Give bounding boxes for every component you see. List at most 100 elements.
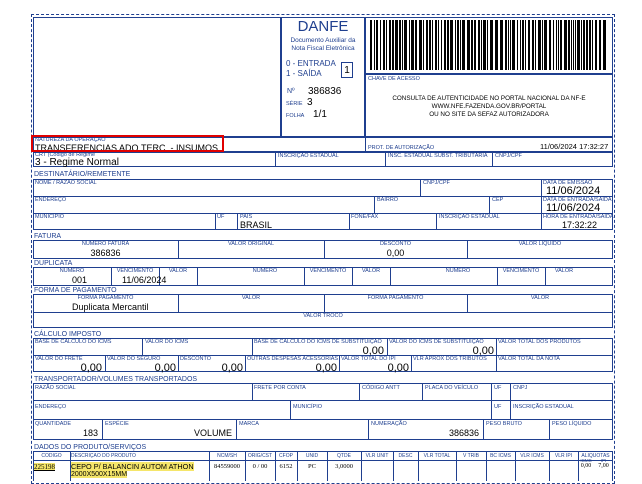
barcode-bar xyxy=(520,20,521,70)
dup-venc-label: VENCIMENTO xyxy=(309,268,347,274)
ie-st-label: INSC. ESTADUAL SUBST. TRIBUTÁRIA xyxy=(388,153,488,159)
barcode-bar xyxy=(441,20,442,70)
produtos-divider xyxy=(418,451,419,481)
barcode-bar xyxy=(603,20,606,70)
produtos-divider xyxy=(549,451,550,481)
razao-label: RAZÃO SOCIAL xyxy=(35,385,76,391)
especie-value: VOLUME xyxy=(193,428,232,438)
barcode-bar xyxy=(383,20,385,70)
barcode-bar xyxy=(404,20,407,70)
barcode-bar xyxy=(402,20,403,70)
barcode-bar xyxy=(573,20,574,70)
quantidade-value: 183 xyxy=(82,428,98,438)
numeracao-label: NUMERAÇÃO xyxy=(371,421,407,427)
duplicata-divider xyxy=(390,267,391,286)
barcode-bar xyxy=(592,20,593,70)
barcode-bar xyxy=(478,20,480,70)
produtos-header-cell: VLR TOTAL xyxy=(423,453,451,459)
barcode-bar xyxy=(483,20,486,70)
barcode-bar xyxy=(560,20,562,70)
prod-qtde: 3,0000 xyxy=(335,463,353,470)
produtos-header-cell: ORIG/CST xyxy=(247,453,273,459)
barcode-bar xyxy=(462,20,465,70)
dup-numero-label: NÚMERO xyxy=(59,268,85,274)
dup-numero-value: 001 xyxy=(72,275,88,285)
produtos-header-cell: DESC xyxy=(398,453,413,459)
prod-aliq-icms: 0,00 xyxy=(580,463,592,469)
produtos-divider xyxy=(456,451,457,481)
aprox-label: VLR APROX DOS TRIBUTOS xyxy=(413,356,487,362)
folha-label: FOLHA xyxy=(286,113,305,119)
pag-forma-label-2: FORMA PAGAMENTO xyxy=(367,295,424,301)
prod-codigo: 225198 xyxy=(34,463,55,471)
barcode-bar xyxy=(581,20,582,70)
barcode-bar xyxy=(450,20,453,70)
barcode-bar xyxy=(487,20,488,70)
data-saida-value: 11/06/2024 xyxy=(546,202,601,214)
barcode-bar xyxy=(447,20,449,70)
cnpj-label: CNPJ/CPF xyxy=(495,153,522,159)
barcode-bar xyxy=(522,20,524,70)
frete-conta-label: FRETE POR CONTA xyxy=(254,385,306,391)
barcode-bar xyxy=(392,20,394,70)
pag-forma-value: Duplicata Mercantil xyxy=(72,302,149,312)
destinatario-box xyxy=(33,179,613,230)
dup-valor-label: VALOR xyxy=(168,268,188,274)
prod-descricao-1: CEPO P/ BALANCIN AUTOM ATHON xyxy=(71,462,194,471)
fatura-liquido-label: VALOR LIQUIDO xyxy=(518,241,562,247)
barcode-bar xyxy=(512,20,515,70)
barcode-bar xyxy=(471,20,473,70)
chave-label: CHAVE DE ACESSO xyxy=(368,76,420,82)
produtos-header-cell: QTDE xyxy=(337,453,351,459)
barcode-bar xyxy=(386,20,387,70)
barcode-bar xyxy=(549,20,551,70)
barcode-bar xyxy=(558,20,559,70)
bc-icms-label: BASE DE CÁLCULO DO ICMS xyxy=(35,339,112,345)
antt-label: CÓDIGO ANTT xyxy=(362,385,400,391)
produtos-divider xyxy=(515,451,516,481)
protocolo-value: 11/06/2024 17:32:27 xyxy=(540,142,609,151)
duplicata-divider xyxy=(197,267,198,286)
emitente-box xyxy=(33,17,281,137)
produtos-header-cell: CFOP xyxy=(279,453,293,459)
produtos-divider xyxy=(361,451,362,481)
prod-cst: 0 / 00 xyxy=(252,463,268,470)
folha-value: 1/1 xyxy=(313,109,327,120)
barcode-bar xyxy=(380,20,381,70)
numeracao-value: 386836 xyxy=(448,428,479,438)
transporte-box xyxy=(33,383,613,440)
dup-venc-value: 11/06/2024 xyxy=(122,275,167,285)
barcode-bar xyxy=(409,20,410,70)
especie-label: ESPÉCIE xyxy=(105,421,129,427)
barcode-bar xyxy=(376,20,378,70)
trans-ie-label: INSCRIÇÃO ESTADUAL xyxy=(513,404,574,410)
produtos-header-cell: VLR UNIT xyxy=(365,453,389,459)
danfe-title: DANFE xyxy=(297,18,349,35)
barcode-bar xyxy=(595,20,597,70)
prod-descricao-2: 2000X500X15MM xyxy=(71,471,128,478)
outras-value: 0,00 xyxy=(315,362,337,374)
barcode-bar xyxy=(423,20,424,70)
barcode-bar xyxy=(500,20,503,70)
barcode-bar xyxy=(389,20,391,70)
barcode-bar xyxy=(374,20,375,70)
barcode-bar xyxy=(510,20,511,70)
fatura-numero-value: 386836 xyxy=(90,248,121,258)
consulta-line-3: OU NO SITE DA SEFAZ AUTORIZADORA xyxy=(429,111,549,118)
barcode-bar xyxy=(438,20,439,70)
barcode-bar xyxy=(457,20,459,70)
ie-label: INSCRIÇÃO ESTADUAL xyxy=(278,153,339,159)
municipio-label: MUNICÍPIO xyxy=(35,214,65,220)
numero-value: 386836 xyxy=(308,86,342,97)
dup-valor-label: VALOR xyxy=(361,268,381,274)
serie-label: SÉRIE xyxy=(286,101,303,107)
barcode-bar xyxy=(556,20,557,70)
total-nota-label: VALOR TOTAL DA NOTA xyxy=(498,356,560,362)
pais-value: BRASIL xyxy=(240,220,273,230)
barcode-bar xyxy=(575,20,576,70)
prod-aliq-ipi: 7,00 xyxy=(598,463,609,469)
cep-label: CEP xyxy=(492,197,504,203)
barcode-bar xyxy=(426,20,428,70)
produtos-header-cell: VLR IPI xyxy=(554,453,573,459)
trans-cnpj-label: CNPJ xyxy=(513,385,528,391)
